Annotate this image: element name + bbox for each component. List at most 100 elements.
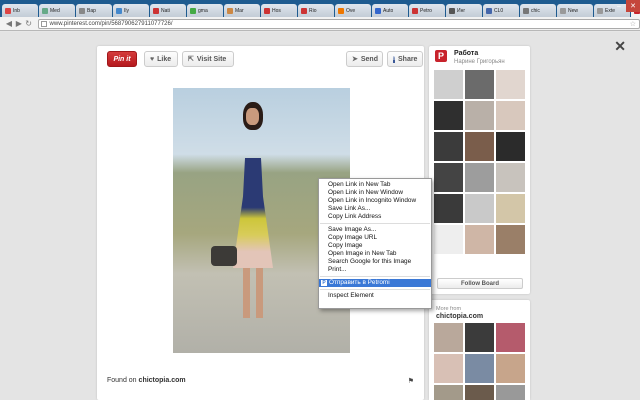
bookmark-star-icon[interactable]: ☆ xyxy=(630,20,636,28)
pin-thumbnail[interactable] xyxy=(434,194,463,223)
browser-tab[interactable]: Nati xyxy=(150,4,186,17)
image-figure-face xyxy=(246,108,259,125)
flag-icon[interactable]: ⚑ xyxy=(408,377,414,385)
pin-thumbnail[interactable] xyxy=(465,225,494,254)
paper-plane-icon: ➤ xyxy=(352,56,358,63)
tab-label: Hos xyxy=(272,7,281,14)
pin-thumbnail[interactable] xyxy=(434,385,463,400)
visit-site-button[interactable]: ⇱ Visit Site xyxy=(182,51,234,67)
pin-thumbnail[interactable] xyxy=(465,354,494,383)
favicon-icon xyxy=(227,7,233,14)
pin-thumbnail[interactable] xyxy=(496,194,525,223)
browser-tab[interactable]: Petro xyxy=(409,4,445,17)
send-label: Send xyxy=(360,55,378,63)
toolbar: ◀ ▶ ↻ www.pinterest.com/pin/568790627911… xyxy=(0,17,640,31)
browser-tab[interactable]: Hos xyxy=(261,4,297,17)
browser-tab[interactable]: Инг xyxy=(446,4,482,17)
context-menu-item[interactable]: Copy Image URL xyxy=(319,234,431,242)
context-menu-item[interactable]: Open Image in New Tab xyxy=(319,250,431,258)
back-button[interactable]: ◀ xyxy=(4,19,14,28)
reload-button[interactable]: ↻ xyxy=(24,19,34,28)
tab-label: Rio xyxy=(309,7,317,14)
context-menu-item[interactable]: Open Link in New Tab xyxy=(319,181,431,189)
favicon-icon xyxy=(486,7,492,14)
pin-thumbnail[interactable] xyxy=(434,225,463,254)
tab-label: Mar xyxy=(235,7,244,14)
browser-tab[interactable]: Auto xyxy=(372,4,408,17)
pin-thumbnail[interactable] xyxy=(465,163,494,192)
pin-thumbnail[interactable] xyxy=(434,323,463,352)
context-menu-item[interactable]: Copy Link Address xyxy=(319,213,431,221)
pin-action-bar: Pin it ♥ Like ⇱ Visit Site ➤ Send f Shar… xyxy=(107,51,423,67)
image-figure-dress xyxy=(233,158,273,268)
pin-thumbnail[interactable] xyxy=(496,163,525,192)
favicon-icon xyxy=(301,7,307,14)
pin-it-button[interactable]: Pin it xyxy=(107,51,137,67)
browser-tab[interactable]: CL0 xyxy=(483,4,519,17)
favicon-icon xyxy=(42,7,48,14)
context-menu-item[interactable]: Copy Image xyxy=(319,242,431,250)
tab-label: CL0 xyxy=(494,7,504,14)
like-button[interactable]: ♥ Like xyxy=(144,51,178,67)
browser-tab[interactable]: Mar xyxy=(224,4,260,17)
minimize-button[interactable]: – xyxy=(612,0,626,12)
context-menu-item[interactable]: Save Link As... xyxy=(319,205,431,213)
send-button[interactable]: ➤ Send xyxy=(346,51,383,67)
tab-label: Inb xyxy=(13,7,20,14)
pin-thumbnail[interactable] xyxy=(465,385,494,400)
board-title[interactable]: Работа xyxy=(454,50,478,57)
pin-thumbnail[interactable] xyxy=(465,101,494,130)
context-menu-item[interactable]: Print... xyxy=(319,266,431,274)
pin-thumbnail[interactable] xyxy=(465,323,494,352)
browser-tab[interactable]: Inb xyxy=(2,4,38,17)
external-link-icon: ⇱ xyxy=(188,56,194,63)
context-menu-item[interactable]: Open Link in Incognito Window xyxy=(319,197,431,205)
close-pin-button[interactable]: ✕ xyxy=(614,38,626,55)
more-from-source[interactable]: chictopia.com xyxy=(436,313,483,320)
context-menu: Open Link in New Tab Open Link in New Win… xyxy=(318,178,432,309)
browser-tab[interactable]: gma xyxy=(187,4,223,17)
pin-thumbnail[interactable] xyxy=(434,132,463,161)
browser-tab[interactable]: New xyxy=(557,4,593,17)
pin-thumbnail[interactable] xyxy=(496,101,525,130)
pin-thumbnail[interactable] xyxy=(465,194,494,223)
follow-board-button[interactable]: Follow Board xyxy=(437,278,523,289)
window-controls: – ✕ xyxy=(612,0,640,12)
context-menu-item[interactable]: Open Link in New Window xyxy=(319,189,431,197)
more-from-label: More from xyxy=(436,306,462,312)
browser-tab[interactable]: Ily xyxy=(113,4,149,17)
pin-thumbnail[interactable] xyxy=(496,323,525,352)
tab-label: Auto xyxy=(383,7,394,14)
context-menu-item[interactable]: Save Image As... xyxy=(319,226,431,234)
browser-tab[interactable]: Med xyxy=(39,4,75,17)
browser-tab[interactable]: Ove xyxy=(335,4,371,17)
pin-thumbnail[interactable] xyxy=(496,225,525,254)
like-label: Like xyxy=(157,55,172,63)
share-button[interactable]: f Share xyxy=(387,51,423,67)
pin-thumbnail[interactable] xyxy=(496,132,525,161)
pin-thumbnail[interactable] xyxy=(465,70,494,99)
pin-thumbnail[interactable] xyxy=(496,385,525,400)
browser-tab[interactable]: Rio xyxy=(298,4,334,17)
favicon-icon xyxy=(264,7,270,14)
pin-thumbnail[interactable] xyxy=(496,70,525,99)
pin-thumbnail[interactable] xyxy=(434,101,463,130)
browser-tab[interactable]: Вар xyxy=(76,4,112,17)
context-menu-item[interactable]: Search Google for this Image xyxy=(319,258,431,266)
address-bar[interactable]: www.pinterest.com/pin/568790627911077726… xyxy=(37,18,640,29)
pin-thumbnail[interactable] xyxy=(496,354,525,383)
favicon-icon xyxy=(523,7,529,14)
close-window-button[interactable]: ✕ xyxy=(626,0,640,12)
pin-thumbnail[interactable] xyxy=(434,70,463,99)
board-owner[interactable]: Нарине Григорьян xyxy=(454,59,505,65)
context-menu-item[interactable]: Inspect Element xyxy=(319,292,431,300)
pin-thumbnail[interactable] xyxy=(434,163,463,192)
browser-tab[interactable]: chic xyxy=(520,4,556,17)
pin-thumbnail[interactable] xyxy=(465,132,494,161)
forward-button[interactable]: ▶ xyxy=(14,19,24,28)
favicon-icon xyxy=(449,7,455,14)
found-on-source-link[interactable]: chictopia.com xyxy=(139,377,186,384)
tab-label: New xyxy=(568,7,579,14)
context-menu-item-petromi[interactable]: P Отправить в Petromi xyxy=(319,279,431,287)
pin-thumbnail[interactable] xyxy=(434,354,463,383)
